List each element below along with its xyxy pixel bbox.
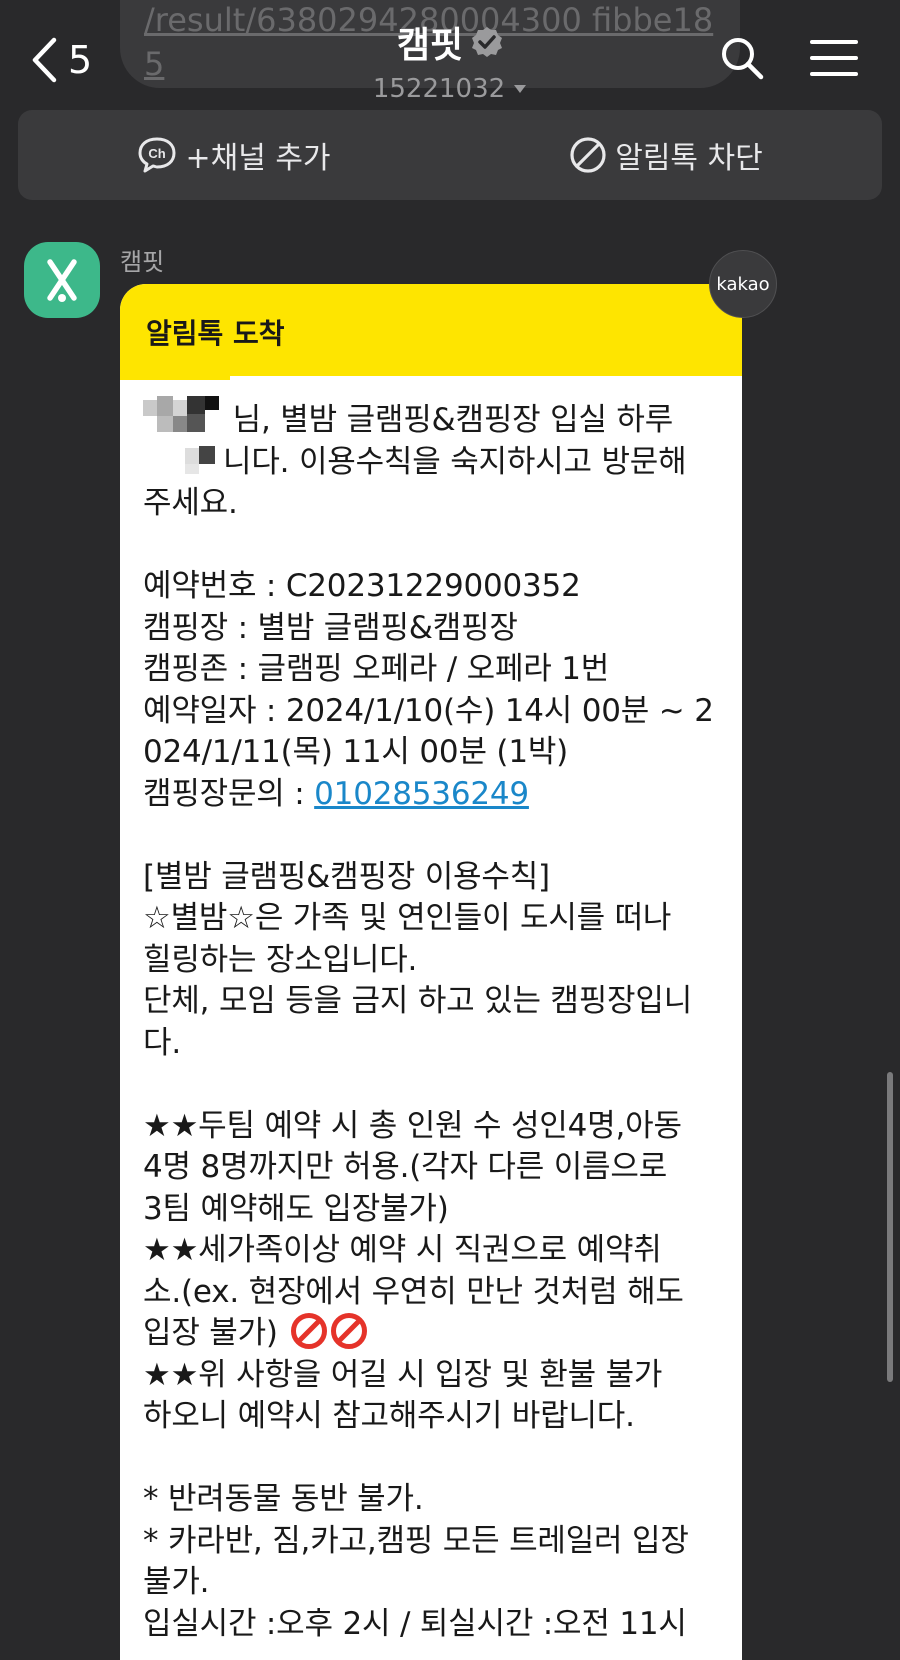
inquiry-phone-link[interactable]: 01028536249	[314, 776, 529, 812]
svg-text:Ch: Ch	[149, 146, 166, 161]
reservation-date-2: 024/1/11(목) 11시 00분 (1박)	[143, 734, 569, 770]
block-icon	[570, 137, 606, 173]
alimtalk-message-card[interactable]: 알림톡 도착 님, 별밤 글램핑&캠핑장 입실 하루 니다. 이용수칙을 숙지하…	[120, 284, 742, 1660]
note-pets: * 반려동물 동반 불가.	[143, 1481, 424, 1517]
greeting-line-3: 주세요.	[143, 485, 238, 521]
channel-bubble-icon: Ch	[138, 137, 176, 173]
add-channel-button[interactable]: Ch +채널 추가	[18, 110, 450, 200]
block-alimtalk-label: 알림톡 차단	[615, 141, 763, 176]
rules-line-4: 다.	[143, 1024, 181, 1061]
rules-line-1: ☆별밤☆은 가족 및 연인들이 도시를 떠나	[143, 900, 672, 936]
sender-name: 캠핏	[120, 248, 165, 276]
star-rule-2c: 입장 불가)	[143, 1315, 278, 1351]
back-button[interactable]: 5	[30, 30, 92, 90]
rules-line-3: 단체, 모임 등을 금지 하고 있는 캠핑장입니	[143, 983, 693, 1019]
star-rule-2b: 소.(ex. 현장에서 우연히 만난 것처럼 해도	[143, 1273, 684, 1310]
block-alimtalk-button[interactable]: 알림톡 차단	[450, 110, 882, 200]
note-trailers-b: 불가.	[143, 1564, 210, 1600]
hamburger-menu-icon	[810, 40, 858, 76]
kakao-badge: kakao	[709, 250, 777, 318]
channel-action-bar: Ch +채널 추가 알림톡 차단	[18, 110, 882, 200]
inquiry-label: 캠핑장문의 :	[143, 775, 315, 812]
prohibited-icon	[291, 1313, 328, 1349]
header-edge	[120, 372, 230, 380]
search-button[interactable]	[718, 34, 766, 82]
caret-down-icon	[514, 85, 527, 93]
star-rule-3a: ★★위 사항을 어길 시 입장 및 환불 불가	[143, 1356, 663, 1393]
chat-title: 캠핏	[396, 25, 464, 66]
star-rule-1b: 4명 8명까지만 허용.(각자 다른 이름으로	[143, 1149, 668, 1185]
star-rule-1c: 3팀 예약해도 입장불가)	[143, 1190, 449, 1227]
message-header: 알림톡 도착	[120, 284, 742, 376]
chat-subtitle: 15221032	[372, 74, 506, 104]
greeting-line-1: 님, 별밤 글램핑&캠핑장 입실 하루	[232, 402, 674, 438]
chat-header: 5 캠핏 15221032	[0, 0, 900, 110]
blurred-text	[143, 442, 223, 478]
rules-title: [별밤 글램핑&캠핑장 이용수칙]	[143, 858, 550, 895]
menu-button[interactable]	[810, 38, 858, 78]
chat-screen: /result/6380294280004300 fibbe18 5 5 캠핏 …	[0, 0, 900, 1660]
greeting-line-2: 니다. 이용수칙을 숙지하시고 방문해	[223, 443, 687, 480]
note-trailers-a: * 카라반, 짐,카고,캠핑 모든 트레일러 입장	[143, 1522, 689, 1559]
tent-logo-icon	[47, 259, 77, 302]
scrollbar[interactable]	[887, 1072, 893, 1382]
search-icon	[722, 38, 764, 80]
rules-line-2: 힐링하는 장소입니다.	[143, 941, 418, 978]
star-rule-2a: ★★세가족이상 예약 시 직권으로 예약취	[143, 1232, 662, 1268]
verified-badge-icon	[472, 27, 503, 57]
unread-count: 5	[68, 38, 93, 82]
reservation-date-1: 예약일자 : 2024/1/10(수) 14시 00분 ~ 2	[143, 692, 714, 729]
reservation-number: 예약번호 : C20231229000352	[143, 568, 581, 604]
checkin-checkout-time: 입실시간 :오후 2시 / 퇴실시간 :오전 11시	[143, 1605, 687, 1642]
star-rule-1a: ★★두팀 예약 시 총 인원 수 성인4명,아동	[143, 1107, 682, 1144]
prohibited-icon	[331, 1313, 368, 1349]
star-rule-3b: 하오니 예약시 참고해주시기 바랍니다.	[143, 1398, 635, 1434]
chevron-left-icon	[32, 37, 57, 83]
camping-zone: 캠핑존 : 글램핑 오페라 / 오페라 1번	[143, 651, 610, 687]
add-channel-label: +채널 추가	[185, 141, 331, 176]
message-body: 님, 별밤 글램핑&캠핑장 입실 하루 니다. 이용수칙을 숙지하시고 방문해 …	[120, 376, 742, 1645]
blurred-name	[143, 396, 223, 436]
chat-title-area[interactable]: 캠핏 15221032	[300, 16, 600, 104]
campsite-name: 캠핑장 : 별밤 글램핑&캠핑장	[143, 609, 518, 646]
sender-avatar[interactable]	[24, 242, 100, 318]
